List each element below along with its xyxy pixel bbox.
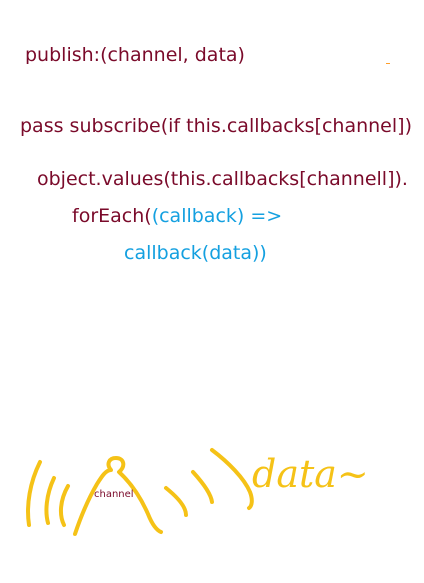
signal-arc-left-1 xyxy=(26,460,42,527)
signal-arc-right-3 xyxy=(210,448,254,510)
signal-arc-right-1 xyxy=(164,486,188,517)
broadcast-sketch: data~ xyxy=(26,448,369,536)
data-word: data~ xyxy=(252,452,369,496)
signal-arc-left-2 xyxy=(44,476,56,525)
signal-arc-right-2 xyxy=(191,470,214,504)
channel-label: channel xyxy=(94,489,134,500)
signal-arc-left-3 xyxy=(58,484,70,527)
